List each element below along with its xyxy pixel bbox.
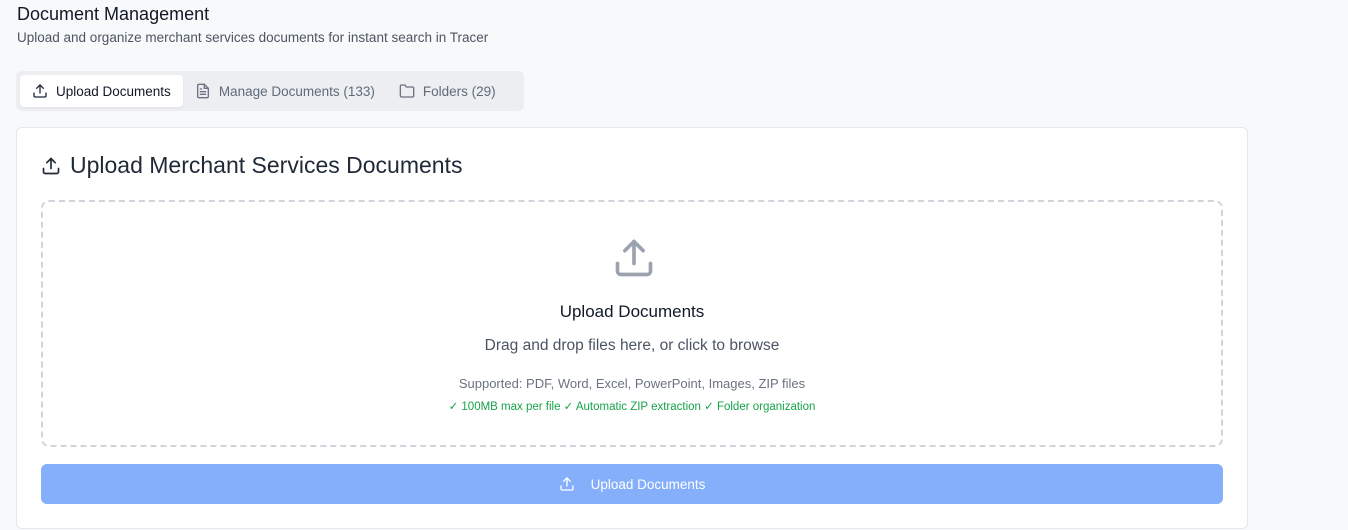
upload-features: ✓ 100MB max per file ✓ Automatic ZIP ext… xyxy=(448,401,816,413)
dropzone-description: Drag and drop files here, or click to br… xyxy=(484,337,780,354)
tab-folders[interactable]: Folders (29) xyxy=(387,75,508,107)
upload-documents-button[interactable]: Upload Documents xyxy=(41,464,1223,504)
upload-button-label: Upload Documents xyxy=(590,476,706,492)
card-title-text: Upload Merchant Services Documents xyxy=(70,152,463,178)
file-dropzone[interactable]: Upload Documents Drag and drop files her… xyxy=(41,200,1223,447)
upload-icon xyxy=(33,84,47,98)
page-header: Document Management Upload and organize … xyxy=(17,4,488,46)
supported-formats: Supported: PDF, Word, Excel, PowerPoint,… xyxy=(458,376,806,391)
upload-icon xyxy=(559,477,574,491)
folder-icon xyxy=(399,84,415,98)
page-subtitle: Upload and organize merchant services do… xyxy=(17,30,489,45)
dropzone-title: Upload Documents xyxy=(559,302,705,321)
upload-card: Upload Merchant Services Documents Uploa… xyxy=(16,127,1248,529)
tab-label: Manage Documents (133) xyxy=(218,83,375,99)
tab-bar: Upload Documents Manage Documents (133) … xyxy=(16,71,524,111)
page-title: Document Management xyxy=(17,4,210,24)
tab-label: Folders (29) xyxy=(422,83,496,99)
upload-icon xyxy=(42,157,60,174)
card-title: Upload Merchant Services Documents xyxy=(41,152,462,179)
upload-icon xyxy=(615,239,653,277)
tab-manage-documents[interactable]: Manage Documents (133) xyxy=(183,75,387,107)
tab-label: Upload Documents xyxy=(56,83,171,99)
file-text-icon xyxy=(196,83,209,99)
tab-upload-documents[interactable]: Upload Documents xyxy=(20,75,183,107)
